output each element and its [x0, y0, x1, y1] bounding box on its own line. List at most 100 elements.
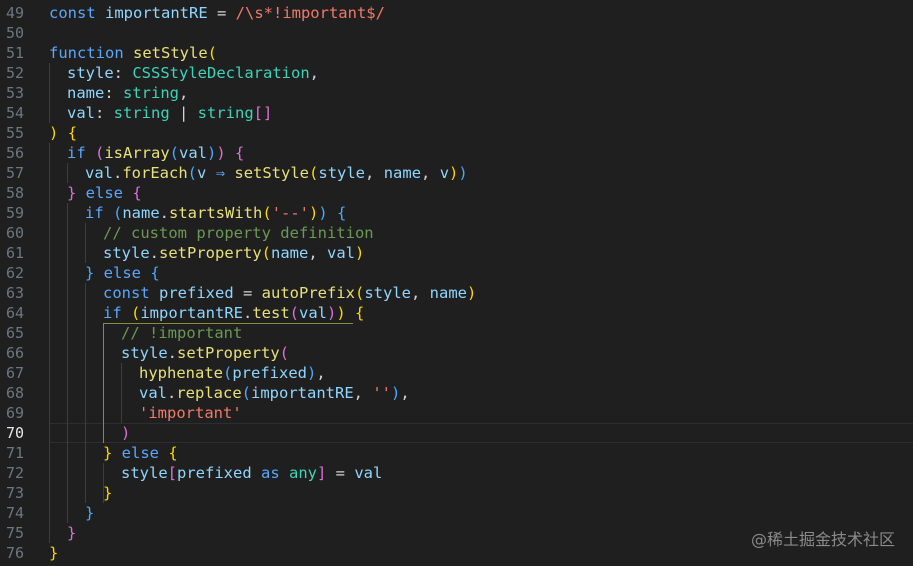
- code-line[interactable]: 61 style.setProperty(name, val): [0, 243, 913, 263]
- code-token: setProperty: [159, 244, 262, 262]
- line-number: 50: [6, 24, 25, 42]
- code-token: const: [103, 284, 159, 302]
- code-token: startsWith: [169, 204, 263, 222]
- line-number: 67: [6, 364, 25, 382]
- line-code: // custom property definition: [103, 223, 374, 243]
- line-code: hyphenate(prefixed),: [139, 363, 326, 383]
- line-number: 55: [6, 124, 25, 142]
- code-token: name: [271, 244, 309, 262]
- code-line[interactable]: 59 if (name.startsWith('--')) {: [0, 203, 913, 223]
- code-token: val: [179, 144, 208, 162]
- code-line[interactable]: 65 // !important: [0, 323, 913, 343]
- code-token: :: [113, 64, 133, 82]
- code-line[interactable]: 54 val: string | string[]: [0, 103, 913, 123]
- code-line[interactable]: 58} else {: [0, 183, 913, 203]
- code-token: ,: [421, 164, 440, 182]
- code-token: }: [67, 184, 77, 202]
- code-token: any: [289, 464, 317, 482]
- code-token: val: [85, 164, 113, 182]
- code-token: }: [103, 444, 113, 462]
- code-line[interactable]: 68 val.replace(importantRE, ''),: [0, 383, 913, 403]
- code-token: [: [167, 464, 178, 482]
- watermark: @稀土掘金技术社区: [750, 530, 895, 549]
- code-token: style: [364, 284, 411, 302]
- code-line[interactable]: 67 hyphenate(prefixed),: [0, 363, 913, 383]
- code-token: string: [123, 84, 179, 102]
- line-code: style[prefixed as any] = val: [121, 463, 382, 483]
- line-code: }: [85, 503, 94, 523]
- line-number: 64: [6, 304, 25, 322]
- code-token: ): [318, 204, 328, 222]
- code-token: prefixed: [159, 284, 234, 302]
- code-token: ]: [317, 464, 327, 482]
- code-token: ,: [308, 244, 328, 262]
- line-number: 72: [6, 464, 25, 482]
- code-line[interactable]: 72 style[prefixed as any] = val: [0, 463, 913, 483]
- code-token: string: [197, 104, 254, 122]
- code-token: .: [167, 344, 178, 362]
- code-token: val: [327, 244, 356, 262]
- line-code: if (name.startsWith('--')) {: [85, 203, 346, 223]
- code-editor[interactable]: 49 const importantRE = /\s*!important$/ 50…: [0, 0, 913, 566]
- code-token: (: [113, 204, 123, 222]
- code-token: val: [354, 464, 383, 482]
- code-token: style: [121, 464, 168, 482]
- code-line[interactable]: 71} else {: [0, 443, 913, 463]
- code-token: (: [131, 304, 141, 322]
- code-token: =: [233, 284, 262, 302]
- code-token: (: [169, 144, 180, 162]
- code-line[interactable]: 63 const prefixed = autoPrefix(style, nam…: [0, 283, 913, 303]
- code-line[interactable]: 64 if (importantRE.test(val)) {: [0, 303, 913, 323]
- code-token: ): [121, 424, 131, 442]
- line-number: 76: [6, 544, 25, 562]
- code-token: v: [197, 164, 207, 182]
- line-code: }: [103, 483, 112, 503]
- code-token: function: [49, 44, 133, 62]
- line-number: 56: [6, 144, 25, 162]
- code-line[interactable]: 66 style.setProperty(: [0, 343, 913, 363]
- code-token: .: [159, 204, 170, 222]
- code-token: :: [104, 84, 123, 102]
- line-code: style.setProperty(: [121, 343, 289, 363]
- code-token: .: [243, 304, 253, 322]
- code-token: ,: [316, 364, 326, 382]
- code-line[interactable]: 60 // custom property definition: [0, 223, 913, 243]
- line-code: if (isArray(val)) {: [67, 143, 244, 163]
- code-line[interactable]: 51 function setStyle(: [0, 43, 913, 63]
- code-token: ,: [400, 384, 410, 402]
- code-line[interactable]: 69 'important': [0, 403, 913, 423]
- code-line[interactable]: 57 val.forEach(v ⇒ setStyle(style, name, …: [0, 163, 913, 183]
- code-line[interactable]: 52 style: CSSStyleDeclaration,: [0, 63, 913, 83]
- code-line[interactable]: 50: [0, 23, 913, 43]
- code-token: style: [121, 344, 168, 362]
- line-code: style.setProperty(name, val): [103, 243, 364, 263]
- code-line[interactable]: 73}: [0, 483, 913, 503]
- line-code: val: string | string[]: [67, 103, 272, 123]
- code-token: }: [85, 264, 95, 282]
- code-token: name: [122, 204, 160, 222]
- code-line[interactable]: 56 if (isArray(val)) {: [0, 143, 913, 163]
- code-token: isArray: [104, 144, 170, 162]
- code-line[interactable]: 74}: [0, 503, 913, 523]
- line-code: style: CSSStyleDeclaration,: [67, 63, 319, 83]
- code-token: prefixed: [177, 464, 252, 482]
- code-token: ,: [353, 384, 373, 402]
- code-line[interactable]: 62} else {: [0, 263, 913, 283]
- code-token: importantRE: [140, 304, 243, 322]
- code-line[interactable]: 55) {: [0, 123, 913, 143]
- code-token: {: [168, 444, 178, 462]
- code-token: prefixed: [232, 364, 307, 382]
- code-token: :: [95, 104, 114, 122]
- code-line[interactable]: 49 const importantRE = /\s*!important$/: [0, 3, 913, 23]
- line-code: val.replace(importantRE, ''),: [139, 383, 410, 403]
- code-line[interactable]: 70): [0, 423, 913, 443]
- line-number: 54: [6, 104, 25, 122]
- code-line[interactable]: 53 name: string,: [0, 83, 913, 103]
- code-token: ): [327, 304, 337, 322]
- code-token: ,: [179, 84, 189, 102]
- line-number: 51: [6, 44, 25, 62]
- code-token: ): [355, 244, 365, 262]
- line-code: name: string,: [67, 83, 188, 103]
